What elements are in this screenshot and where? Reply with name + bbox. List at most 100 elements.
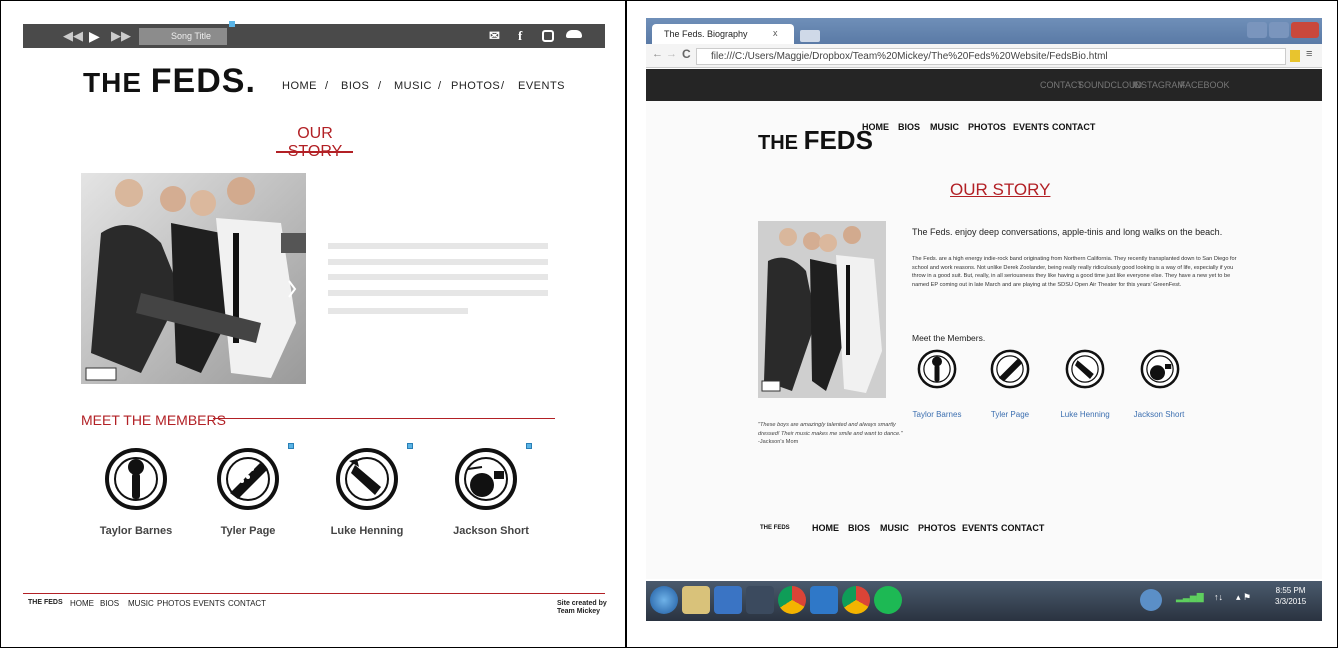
footer-logo[interactable]: THE FEDS	[760, 525, 790, 531]
drum-kit-icon	[455, 448, 517, 510]
tray-arrows-icon[interactable]: ▴ ⚑	[1236, 592, 1251, 603]
mail-icon[interactable]: ✉	[489, 28, 500, 44]
nav-separator: /	[378, 80, 382, 92]
footer-rule	[23, 593, 605, 594]
microphone-icon	[105, 448, 167, 510]
app-icon[interactable]	[746, 586, 774, 614]
footer-link-home[interactable]: HOME	[70, 599, 94, 608]
file-explorer-icon[interactable]	[682, 586, 710, 614]
footer-link-contact[interactable]: CONTACT	[1001, 523, 1044, 533]
new-tab-button[interactable]	[800, 30, 820, 42]
mockup-panel: ◀◀ ▶ ▶▶ Song Title ✉ f THE FEDS. HOME / …	[0, 0, 626, 648]
reload-icon[interactable]: C	[682, 47, 691, 61]
nav-music[interactable]: MUSIC	[394, 80, 432, 92]
top-link-facebook[interactable]: FACEBOOK	[1180, 80, 1230, 90]
quote-author: -Jackson's Mom	[758, 439, 799, 445]
our-story-heading: OUR STORY	[287, 125, 343, 160]
member-name: Tyler Page	[220, 525, 276, 537]
placeholder-text-line	[328, 290, 548, 296]
nav-photos[interactable]: PHOTOS	[451, 80, 500, 92]
band-photo	[81, 173, 306, 384]
nav-separator: /	[501, 80, 505, 92]
footer-link-photos[interactable]: PHOTOS	[157, 599, 191, 608]
url-input[interactable]: file:///C:/Users/Maggie/Dropbox/Team%20M…	[696, 48, 1286, 65]
footer-link-events[interactable]: EVENTS	[193, 599, 225, 608]
forward-button[interactable]: ▶▶	[111, 27, 131, 45]
maximize-button[interactable]	[1269, 22, 1289, 38]
footer-link-music[interactable]: MUSIC	[128, 599, 154, 608]
signal-icon[interactable]: ▂▃▅▇	[1176, 592, 1204, 603]
app-icon[interactable]	[810, 586, 838, 614]
annotation-marker	[407, 443, 413, 449]
annotation-marker	[288, 443, 294, 449]
nav-home[interactable]: HOME	[862, 122, 889, 132]
annotation-marker	[229, 21, 235, 27]
play-button[interactable]: ▶	[89, 27, 100, 45]
footer-link-bios[interactable]: BIOS	[100, 599, 119, 608]
placeholder-text-line	[328, 243, 548, 249]
microphone-icon[interactable]	[917, 349, 957, 389]
annotation-marker	[526, 443, 532, 449]
nav-home[interactable]: HOME	[282, 80, 317, 92]
member-link-tyler[interactable]: Tyler Page	[975, 410, 1045, 419]
nav-bios[interactable]: BIOS	[341, 80, 369, 92]
band-description: The Feds. are a high energy indie-rock b…	[912, 256, 1237, 288]
facebook-icon[interactable]: f	[518, 28, 522, 44]
menu-icon[interactable]: ≡	[1306, 48, 1312, 60]
site-logo[interactable]: THE FEDS.	[83, 62, 256, 101]
nav-contact[interactable]: CONTACT	[1052, 122, 1095, 132]
nav-music[interactable]: MUSIC	[930, 122, 959, 132]
media-player-icon[interactable]	[714, 586, 742, 614]
music-player-bar: ◀◀ ▶ ▶▶ Song Title ✉ f	[23, 21, 605, 48]
footer-link-events[interactable]: EVENTS	[962, 523, 998, 533]
nav-events[interactable]: EVENTS	[1013, 122, 1049, 132]
footer-logo[interactable]: THE FEDS	[28, 599, 63, 606]
footer-link-home[interactable]: HOME	[812, 523, 839, 533]
back-icon[interactable]: ←	[652, 48, 663, 60]
bass-headstock-icon	[336, 448, 398, 510]
top-link-contact[interactable]: CONTACT	[1040, 80, 1083, 90]
app-tray-icon[interactable]	[1140, 589, 1162, 611]
member-link-luke[interactable]: Luke Henning	[1050, 410, 1120, 419]
band-tagline: The Feds. enjoy deep conversations, appl…	[912, 227, 1223, 237]
placeholder-text-line	[328, 259, 548, 265]
our-story-heading: OUR STORY	[950, 180, 1051, 199]
site-logo[interactable]: THE FEDS	[758, 125, 873, 156]
instagram-icon[interactable]	[542, 30, 554, 42]
guitar-headstock-icon	[217, 448, 279, 510]
meet-members-heading: MEET THE MEMBERS	[81, 412, 226, 428]
nav-separator: /	[325, 80, 329, 92]
member-name: Taylor Barnes	[99, 525, 173, 537]
band-photo	[758, 221, 886, 398]
chrome-icon[interactable]	[842, 586, 870, 614]
placeholder-text-line	[328, 308, 468, 314]
nav-events[interactable]: EVENTS	[518, 80, 565, 92]
rewind-button[interactable]: ◀◀	[63, 27, 83, 45]
network-icon[interactable]: ↑↓	[1214, 592, 1223, 602]
footer-link-contact[interactable]: CONTACT	[228, 599, 266, 608]
top-link-instagram[interactable]: INSTAGRAM	[1132, 80, 1185, 90]
extension-icon[interactable]	[1290, 50, 1300, 62]
soundcloud-icon[interactable]	[566, 30, 582, 38]
system-clock[interactable]: 8:55 PM 3/3/2015	[1275, 585, 1306, 607]
close-window-button[interactable]	[1291, 22, 1319, 38]
chrome-icon[interactable]	[778, 586, 806, 614]
site-credit: Site created by	[557, 600, 607, 607]
nav-bios[interactable]: BIOS	[898, 122, 920, 132]
start-button-icon[interactable]	[650, 586, 678, 614]
member-name: Jackson Short	[453, 525, 529, 537]
footer-link-photos[interactable]: PHOTOS	[918, 523, 956, 533]
nav-photos[interactable]: PHOTOS	[968, 122, 1006, 132]
song-title-box: Song Title	[139, 28, 227, 45]
drum-kit-icon[interactable]	[1140, 349, 1180, 389]
member-link-taylor[interactable]: Taylor Barnes	[902, 410, 972, 419]
bass-headstock-icon[interactable]	[1065, 349, 1105, 389]
footer-link-bios[interactable]: BIOS	[848, 523, 870, 533]
member-link-jackson[interactable]: Jackson Short	[1124, 410, 1194, 419]
forward-icon[interactable]: →	[666, 48, 677, 60]
spotify-icon[interactable]	[874, 586, 902, 614]
guitar-headstock-icon[interactable]	[990, 349, 1030, 389]
footer-link-music[interactable]: MUSIC	[880, 523, 909, 533]
minimize-button[interactable]	[1247, 22, 1267, 38]
tab-close-icon[interactable]: x	[773, 28, 778, 38]
